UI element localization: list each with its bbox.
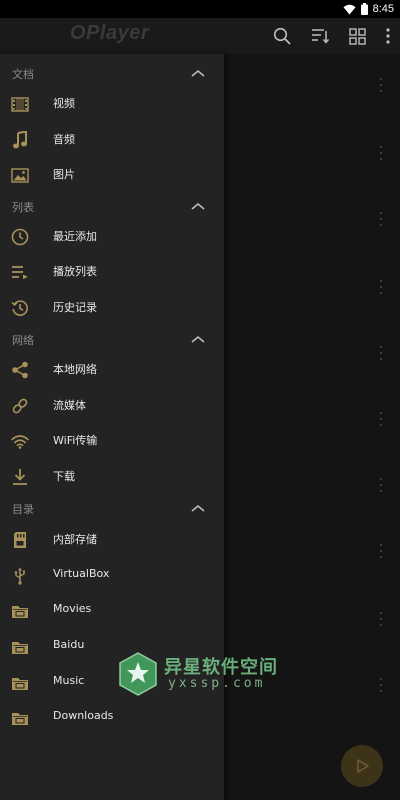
chevron-up-icon[interactable]	[190, 503, 206, 513]
drawer-item-streaming[interactable]: 流媒体	[0, 388, 224, 423]
drawer-item-internal-storage[interactable]: 内部存储	[0, 522, 224, 557]
drawer-item-label: 下载	[53, 470, 75, 483]
more-options-icon[interactable]	[378, 212, 384, 226]
app-bar-actions	[273, 18, 390, 54]
drawer-item-video[interactable]: 视频	[0, 86, 224, 121]
drawer-item-local-network[interactable]: 本地网络	[0, 352, 224, 387]
playlist-icon	[10, 262, 30, 282]
status-time: 8:45	[372, 3, 394, 15]
overflow-menu-icon[interactable]	[386, 28, 390, 44]
section-title: 网络	[12, 334, 34, 347]
more-options-icon[interactable]	[378, 346, 384, 360]
battery-icon	[360, 0, 368, 19]
grid-view-icon[interactable]	[349, 27, 366, 45]
drawer-item-label: 历史记录	[53, 301, 97, 314]
chevron-up-icon[interactable]	[190, 68, 206, 78]
drawer-item-label: Baidu	[53, 638, 85, 651]
section-header-lists[interactable]: 列表	[0, 195, 224, 219]
drawer-item-label: 音频	[53, 133, 75, 146]
more-options-icon[interactable]	[378, 280, 384, 294]
folder-icon	[10, 637, 30, 657]
drawer-item-pictures[interactable]: 图片	[0, 157, 224, 192]
more-options-icon[interactable]	[378, 412, 384, 426]
watermark-url: yxssp.com	[168, 676, 266, 691]
drawer-item-playlist[interactable]: 播放列表	[0, 254, 224, 289]
app-screen: 8:45 OPlayer 文档 视频 音频 图片 列表 最近添加 播放列表 历史…	[0, 0, 400, 800]
download-icon	[10, 467, 30, 487]
section-title: 列表	[12, 201, 34, 214]
folder-icon	[10, 708, 30, 728]
folder-icon	[10, 601, 30, 621]
drawer-item-history[interactable]: 历史记录	[0, 290, 224, 325]
more-options-icon[interactable]	[378, 478, 384, 492]
drawer-item-downloads-folder[interactable]: Downloads	[0, 700, 224, 735]
status-bar: 8:45	[0, 0, 400, 18]
play-fab-button[interactable]	[341, 745, 383, 787]
more-options-icon[interactable]	[378, 146, 384, 160]
sort-icon[interactable]	[311, 28, 329, 44]
drawer-item-label: 最近添加	[53, 230, 97, 243]
more-options-icon[interactable]	[378, 544, 384, 558]
drawer-item-label: 流媒体	[53, 399, 86, 412]
chevron-up-icon[interactable]	[190, 334, 206, 344]
drawer-item-label: 本地网络	[53, 363, 97, 376]
usb-icon	[10, 566, 30, 586]
section-header-directories[interactable]: 目录	[0, 497, 224, 521]
watermark: 异星软件空间 yxssp.com	[118, 652, 288, 696]
search-icon[interactable]	[273, 27, 291, 45]
drawer-item-label: 图片	[53, 168, 75, 181]
more-options-icon[interactable]	[378, 612, 384, 626]
drawer-item-label: 播放列表	[53, 265, 97, 278]
more-options-icon[interactable]	[378, 678, 384, 692]
folder-icon	[10, 673, 30, 693]
music-note-icon	[10, 130, 30, 150]
drawer-item-label: Music	[53, 674, 85, 687]
section-header-network[interactable]: 网络	[0, 328, 224, 352]
picture-icon	[10, 165, 30, 185]
drawer-item-audio[interactable]: 音频	[0, 122, 224, 157]
section-header-documents[interactable]: 文档	[0, 62, 224, 86]
drawer-item-download[interactable]: 下载	[0, 459, 224, 494]
clock-icon	[10, 227, 30, 247]
drawer-item-label: 视频	[53, 97, 75, 110]
share-icon	[10, 360, 30, 380]
play-icon	[357, 759, 369, 773]
more-options-icon[interactable]	[378, 78, 384, 92]
app-bar: OPlayer	[0, 18, 400, 54]
drawer-item-label: 内部存储	[53, 533, 97, 546]
wifi-icon	[10, 431, 30, 451]
drawer-item-movies-folder[interactable]: Movies	[0, 593, 224, 628]
wifi-signal-icon	[343, 0, 356, 19]
watermark-logo-icon	[119, 652, 157, 696]
section-title: 文档	[12, 68, 34, 81]
film-icon	[10, 94, 30, 114]
drawer-item-label: WiFi传输	[53, 434, 98, 447]
app-title: OPlayer	[70, 22, 150, 44]
drawer-item-label: Movies	[53, 602, 92, 615]
drawer-item-label: VirtualBox	[53, 567, 110, 580]
history-icon	[10, 298, 30, 318]
link-icon	[10, 396, 30, 416]
drawer-item-label: Downloads	[53, 709, 114, 722]
section-title: 目录	[12, 503, 34, 516]
drawer-item-recently-added[interactable]: 最近添加	[0, 219, 224, 254]
sd-card-icon	[10, 530, 30, 550]
chevron-up-icon[interactable]	[190, 201, 206, 211]
drawer-item-wifi-transfer[interactable]: WiFi传输	[0, 423, 224, 458]
drawer-item-virtualbox[interactable]: VirtualBox	[0, 558, 224, 593]
